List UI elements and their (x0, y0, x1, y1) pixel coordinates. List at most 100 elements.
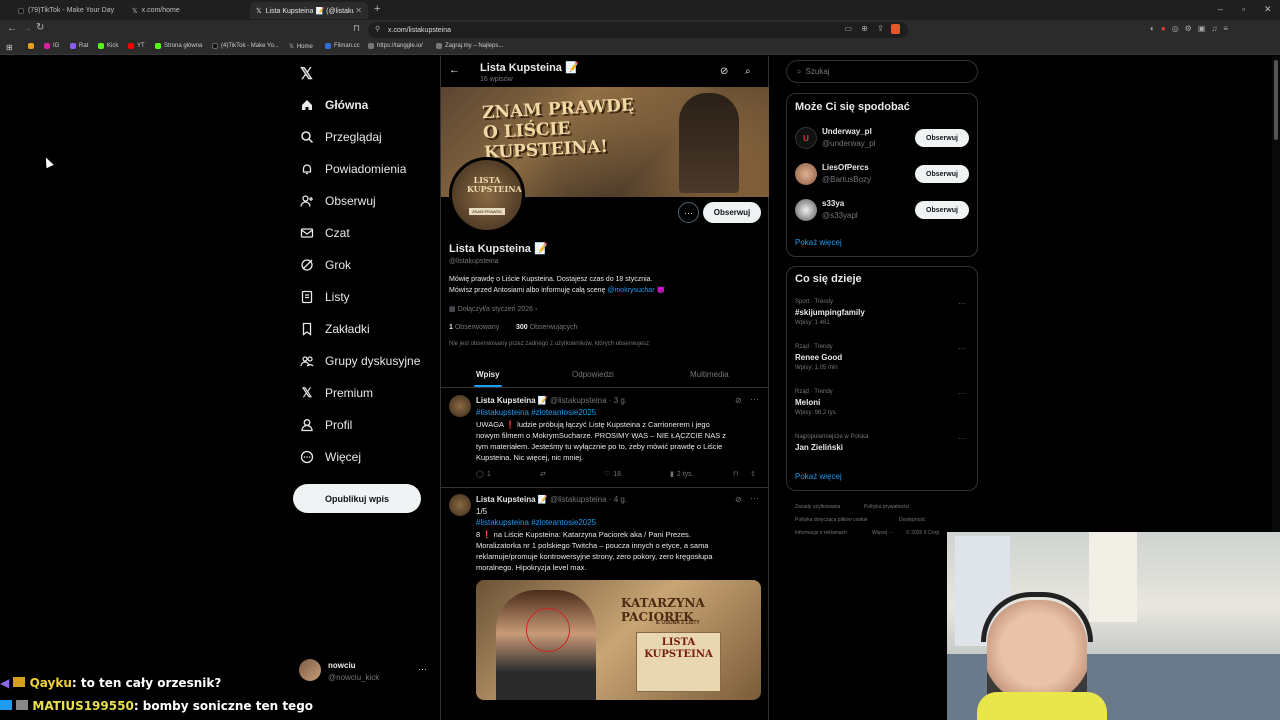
bio-mention-link[interactable]: @mokrysuchar (607, 287, 654, 294)
footer-more[interactable]: Więcej ··· (872, 530, 893, 536)
follow-button[interactable]: Obserwuj (915, 165, 969, 183)
share-icon[interactable]: ⇪ (877, 24, 884, 33)
follow-button[interactable]: Obserwuj (703, 202, 761, 223)
footer-ads-info[interactable]: Informacja o reklamach (795, 530, 847, 536)
brave-shield-icon[interactable] (891, 24, 900, 34)
bookmark-folder[interactable] (28, 43, 34, 49)
follow-button[interactable]: Obserwuj (915, 201, 969, 219)
extension-icon[interactable]: ◎ (1172, 24, 1179, 34)
site-info-icon[interactable]: ⚲ (375, 25, 380, 33)
footer-cookies[interactable]: Polityka dotycząca plików cookie (795, 517, 868, 523)
show-more-link[interactable]: Pokaż więcej (795, 472, 842, 481)
footer-privacy[interactable]: Polityka prywatności (864, 504, 909, 510)
new-tab-button[interactable]: + (374, 3, 380, 15)
nav-more[interactable]: Więcej (300, 445, 361, 469)
search-icon[interactable]: ⌕ (745, 66, 751, 77)
suggestion-name[interactable]: Underway_pl (822, 127, 872, 136)
reply-button[interactable]: ◯ 1 (476, 470, 491, 479)
nav-profile[interactable]: Profil (300, 413, 352, 437)
avatar[interactable] (299, 659, 321, 681)
account-menu-icon[interactable]: ··· (418, 664, 427, 674)
cast-icon[interactable]: ▭ (844, 24, 852, 33)
bookmark-strona-glowna[interactable]: Strona główna (155, 43, 202, 49)
avatar[interactable]: U (795, 127, 817, 149)
suggestion-name[interactable]: LiesOfPercs (822, 163, 869, 172)
tweet-more-icon[interactable]: ··· (750, 394, 759, 404)
bookmark-tanggle[interactable]: https://tanggle.io/ (368, 43, 423, 49)
back-arrow-icon[interactable]: ← (449, 64, 460, 76)
views-button[interactable]: ▮ 2 tys. (670, 470, 694, 479)
menu-icon[interactable]: ≡ (1223, 24, 1228, 34)
like-button[interactable]: ♡ 18 (604, 470, 621, 479)
extension-icon[interactable]: ◐ (1150, 24, 1155, 34)
trend-more-icon[interactable]: ··· (958, 344, 966, 353)
bookmark-yt[interactable]: YT (128, 43, 145, 49)
tweet-more-icon[interactable]: ··· (750, 493, 759, 503)
back-icon[interactable]: ← (7, 23, 17, 34)
nav-chat[interactable]: Czat (300, 221, 350, 245)
scrollbar-thumb[interactable] (1274, 60, 1278, 140)
follow-button[interactable]: Obserwuj (915, 129, 969, 147)
followers-stat[interactable]: 300 Obserwujących (516, 324, 578, 331)
bookmark-kick[interactable]: Kick (98, 43, 118, 49)
bookmark-zagraj[interactable]: Zagraj.my – Najleps... (436, 43, 503, 49)
trend-item[interactable]: Rząd · Trendy Renee Good Wpisy: 1,05 mln… (795, 344, 970, 371)
nav-premium[interactable]: 𝕏 Premium (300, 381, 373, 405)
tweet-image[interactable]: KATARZYNA PACIOREK 8. OSOBA Z LISTY LIST… (476, 580, 761, 700)
bookmark-home[interactable]: 𝕏 Home (289, 43, 313, 51)
address-bar[interactable]: ⚲ x.com/listakupsteina ⇪ ⊕ ▭ (368, 22, 908, 38)
trend-more-icon[interactable]: ··· (958, 299, 966, 308)
nav-grok[interactable]: Grok (300, 253, 351, 277)
share-tweet-button[interactable]: ⇪ (750, 470, 756, 478)
nav-home[interactable]: Główna (300, 93, 368, 117)
nav-communities[interactable]: Grupy dyskusyjne (300, 349, 420, 373)
bookmark-filman[interactable]: Filman.cc (325, 43, 360, 49)
trend-more-icon[interactable]: ··· (958, 434, 966, 443)
profile-avatar[interactable]: LISTA KUPSTEINA ZNAM PRAWDĘ (449, 157, 525, 233)
grok-icon[interactable]: ⊘ (720, 66, 728, 77)
avatar[interactable] (795, 163, 817, 185)
close-window-icon[interactable]: ✕ (1264, 4, 1272, 15)
zoom-icon[interactable]: ⊕ (861, 24, 868, 33)
tweet-hashtags[interactable]: #listakupsteina #zloteantosie2025 (476, 408, 596, 417)
search-input[interactable]: ⌕ Szukaj (786, 60, 978, 83)
grok-icon[interactable]: ⊘ (735, 396, 742, 405)
tweet-avatar[interactable] (449, 494, 471, 516)
x-logo[interactable]: 𝕏 (300, 64, 313, 84)
nav-notifications[interactable]: Powiadomienia (300, 157, 406, 181)
grok-icon[interactable]: ⊘ (735, 495, 742, 504)
following-stat[interactable]: 1 Obserwowany (449, 324, 499, 331)
forward-icon[interactable]: → (22, 23, 32, 34)
trend-item[interactable]: Najpopularniejsze w Polska Jan Zieliński… (795, 434, 970, 452)
tab-x-home[interactable]: 𝕏 x.com/home (126, 2, 246, 19)
tweet-hashtags[interactable]: #listakupsteina #zloteantosie2025 (476, 518, 596, 527)
tab-tiktok[interactable]: (79)TikTok - Make Your Day (12, 2, 124, 19)
repost-button[interactable]: ⇄ (540, 470, 549, 478)
record-icon[interactable]: ● (1161, 24, 1166, 34)
suggestion-name[interactable]: s33ya (822, 199, 844, 208)
tweet-avatar[interactable] (449, 395, 471, 417)
tweet-author[interactable]: Lista Kupsteina 📝 (476, 396, 548, 405)
nav-follow[interactable]: Obserwuj (300, 189, 376, 213)
bookmark-ig[interactable]: IG (44, 43, 59, 49)
tab-replies[interactable]: Odpowiedzi (572, 370, 614, 379)
bookmark-icon[interactable]: ⊓ (353, 23, 360, 34)
nav-explore[interactable]: Przeglądaj (300, 125, 382, 149)
tab-media[interactable]: Multimedia (690, 370, 729, 379)
extension-icon[interactable]: ⚙ (1185, 24, 1192, 34)
reload-icon[interactable]: ↻ (36, 22, 44, 33)
post-button[interactable]: Opublikuj wpis (293, 484, 421, 513)
bookmark-tweet-button[interactable]: ⊓ (733, 470, 738, 478)
nav-bookmarks[interactable]: Zakładki (300, 317, 370, 341)
close-tab-icon[interactable]: ✕ (355, 6, 362, 15)
extension-icon[interactable]: ▣ (1198, 24, 1206, 34)
maximize-icon[interactable]: ▫ (1242, 4, 1245, 14)
bookmark-rat[interactable]: Rat (70, 43, 88, 49)
footer-terms[interactable]: Zasady użytkowania (795, 504, 840, 510)
apps-icon[interactable]: ⊞ (6, 43, 13, 52)
avatar[interactable] (795, 199, 817, 221)
trend-item[interactable]: Sport · Trendy #skijumpingfamily Wpisy: … (795, 299, 970, 326)
tweet-author[interactable]: Lista Kupsteina 📝 (476, 495, 548, 504)
trend-more-icon[interactable]: ··· (958, 389, 966, 398)
bookmark-tiktok[interactable]: (4)TikTok - Make Yo... (212, 43, 279, 49)
